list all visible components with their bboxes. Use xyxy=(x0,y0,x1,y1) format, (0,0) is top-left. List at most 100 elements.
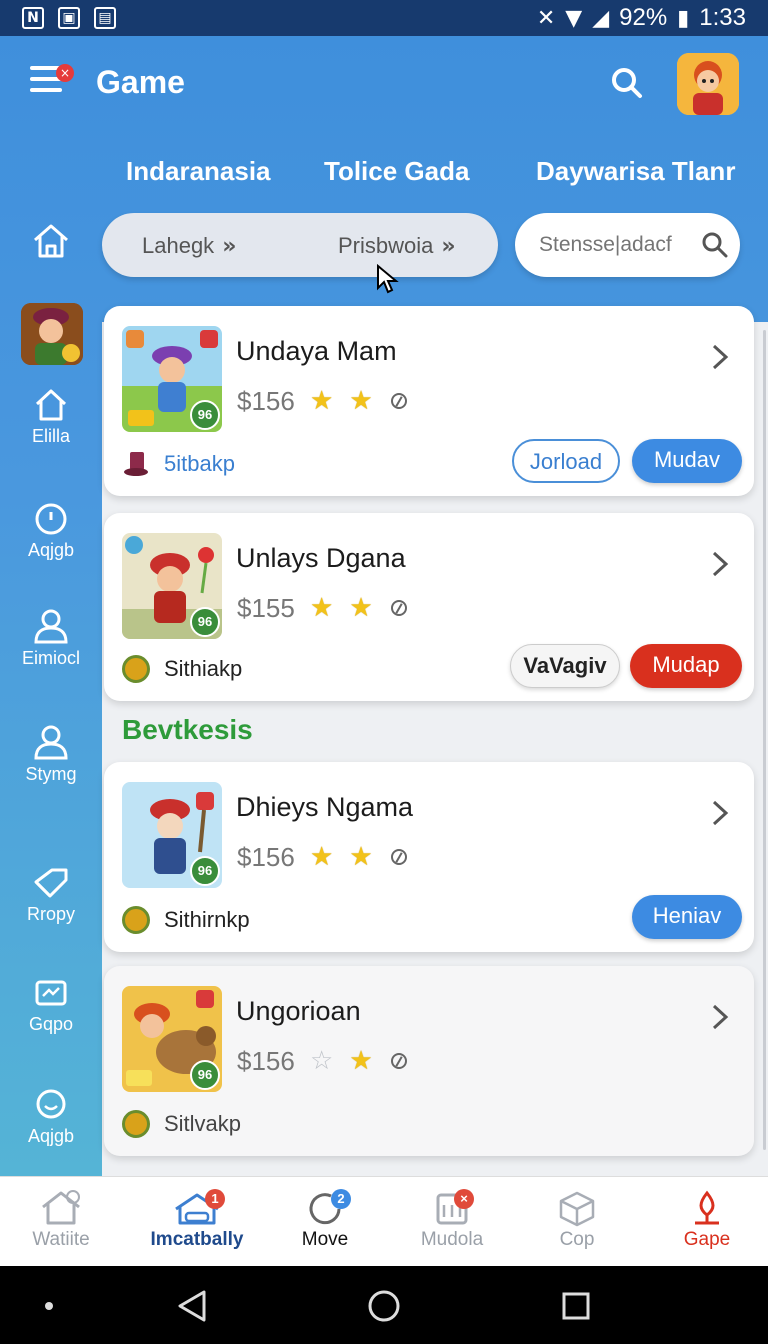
chip-lahegk[interactable]: Lahegk » xyxy=(142,233,236,259)
game-title: Dhieys Ngama xyxy=(236,792,414,822)
download-button[interactable]: Jorload xyxy=(512,439,620,483)
nav-gape[interactable]: Gape xyxy=(643,1189,768,1251)
game-card[interactable]: 96 Ungorioan $156 ☆ ★ Sitlvakp xyxy=(104,966,754,1156)
notification-badge: 1 xyxy=(205,1189,225,1209)
nav-label: Cop xyxy=(559,1229,595,1250)
rail-label: Eimiocl xyxy=(21,648,80,668)
game-price: $156 xyxy=(237,1046,295,1076)
rail-item-aqjgb[interactable]: Aqjgb xyxy=(0,502,102,561)
filter-chip-group: Lahegk » Prisbwoia » xyxy=(102,213,498,277)
star-rating: ★ ★ xyxy=(310,593,407,623)
star-rating: ★ ★ xyxy=(310,386,407,416)
rail-home[interactable] xyxy=(0,222,102,264)
nav-label: Watiite xyxy=(32,1229,90,1250)
seller-row: Sithirnkp xyxy=(122,906,250,934)
star-empty-icon: ☆ xyxy=(310,1046,334,1076)
mudav-button[interactable]: Mudav xyxy=(632,439,742,483)
game-title: Undaya Mam xyxy=(236,336,397,366)
rail-item-stymg[interactable]: Stymg xyxy=(0,724,102,785)
notification-n-icon: N xyxy=(22,7,44,29)
mouse-cursor-icon xyxy=(376,263,400,301)
star-full-icon: ★ xyxy=(310,842,334,872)
rail-label: Gqpo xyxy=(28,1014,74,1034)
info-circle-icon xyxy=(35,503,67,535)
star-full-icon: ★ xyxy=(310,386,334,416)
rail-item-gqpo[interactable]: Gqpo xyxy=(0,978,102,1035)
mudap-button[interactable]: Mudap xyxy=(630,644,742,688)
mute-icon: ✕ xyxy=(536,5,556,31)
rating-badge: 96 xyxy=(190,607,220,637)
star-full-icon: ★ xyxy=(349,842,373,872)
double-chevron-right-icon: » xyxy=(222,234,237,259)
star-rating: ☆ ★ xyxy=(310,1046,407,1076)
search-icon[interactable] xyxy=(610,66,646,102)
game-card[interactable]: 96 Unlays Dgana $155 ★ ★ Sithiakp VaVagi… xyxy=(104,513,754,701)
nav-mudola[interactable]: Mudola × xyxy=(388,1189,516,1251)
vavagiv-button[interactable]: VaVagiv xyxy=(510,644,620,688)
coin-icon xyxy=(122,1110,150,1138)
rail-game-thumbnail[interactable] xyxy=(21,303,83,365)
seller-row: 5itbakp xyxy=(122,450,235,478)
home-button-icon[interactable] xyxy=(368,1290,400,1322)
nav-move[interactable]: Move 2 xyxy=(261,1189,389,1251)
top-tabs: Indaranasia Tolice Gada Daywarisa Tlanr xyxy=(0,152,768,192)
app-title: Game xyxy=(96,64,185,100)
game-card[interactable]: 96 Undaya Mam $156 ★ ★ 5itbakp Jorload M… xyxy=(104,306,754,496)
tab-indaranasia[interactable]: Indaranasia xyxy=(126,156,271,187)
nav-label: Imcatbally xyxy=(150,1229,244,1250)
pin-icon xyxy=(695,1190,719,1225)
disabled-circle-icon xyxy=(390,393,407,409)
seller-name: Sithirnkp xyxy=(164,907,250,932)
game-thumbnail: 96 xyxy=(122,533,222,639)
system-navigation-bar xyxy=(0,1266,768,1344)
game-price: $156 xyxy=(237,386,295,416)
chevron-right-icon[interactable] xyxy=(710,549,730,584)
coin-icon xyxy=(122,655,150,683)
nav-cop[interactable]: Cop xyxy=(513,1189,641,1251)
user-icon xyxy=(34,725,68,760)
home-icon xyxy=(34,224,68,258)
tag-icon xyxy=(34,868,68,898)
recents-icon[interactable] xyxy=(562,1292,590,1320)
star-full-icon: ★ xyxy=(310,593,334,623)
tab-tolice-gada[interactable]: Tolice Gada xyxy=(324,156,469,187)
wifi-icon: ▼ xyxy=(565,5,583,31)
search-input[interactable] xyxy=(539,231,689,259)
game-thumbnail: 96 xyxy=(122,782,222,888)
nav-label: Gape xyxy=(683,1229,731,1250)
notification-badge: × xyxy=(454,1189,474,1209)
chevron-right-icon[interactable] xyxy=(710,1002,730,1037)
user-icon xyxy=(34,609,68,644)
notification-image-icon: ▣ xyxy=(58,7,80,29)
rail-item-aqjgb-search[interactable]: Aqjgb xyxy=(0,1088,102,1147)
rating-badge: 96 xyxy=(190,400,220,430)
search-icon[interactable] xyxy=(701,231,729,264)
star-rating: ★ ★ xyxy=(310,842,407,872)
chip-prisbwoia[interactable]: Prisbwoia » xyxy=(338,233,456,259)
disabled-circle-icon xyxy=(390,1053,407,1069)
game-card[interactable]: 96 Dhieys Ngama $156 ★ ★ Sithirnkp Henia… xyxy=(104,762,754,952)
seller-name: Sithiakp xyxy=(164,656,243,681)
avatar[interactable] xyxy=(677,53,739,115)
rail-label: Aqjgb xyxy=(27,540,75,560)
battery-icon: ▮ xyxy=(677,5,690,31)
nav-watiite[interactable]: Watiite xyxy=(0,1189,125,1251)
rail-label: Elilla xyxy=(31,426,70,446)
notification-gallery-icon: ▤ xyxy=(94,7,116,29)
rail-label: Stymg xyxy=(25,764,77,784)
rail-item-rropy[interactable]: Rropy xyxy=(0,866,102,925)
tab-daywarisa-tlanr[interactable]: Daywarisa Tlanr xyxy=(536,156,735,187)
rail-item-eimiocl[interactable]: Eimiocl xyxy=(0,608,102,669)
chevron-right-icon[interactable] xyxy=(710,342,730,377)
scrollbar[interactable] xyxy=(763,330,766,1150)
rail-item-elilla[interactable]: Elilla xyxy=(0,388,102,447)
nav-imcatbally[interactable]: Imcatbally 1 xyxy=(133,1189,261,1251)
chevron-right-icon[interactable] xyxy=(710,798,730,833)
rail-label: Rropy xyxy=(26,904,75,924)
search-icon xyxy=(36,1089,66,1119)
heniav-button[interactable]: Heniav xyxy=(632,895,742,939)
back-icon[interactable] xyxy=(178,1290,206,1322)
chart-icon xyxy=(35,980,67,1006)
chip-label: Prisbwoia xyxy=(338,233,434,258)
notification-icons: N ▣ ▤ xyxy=(22,7,116,29)
